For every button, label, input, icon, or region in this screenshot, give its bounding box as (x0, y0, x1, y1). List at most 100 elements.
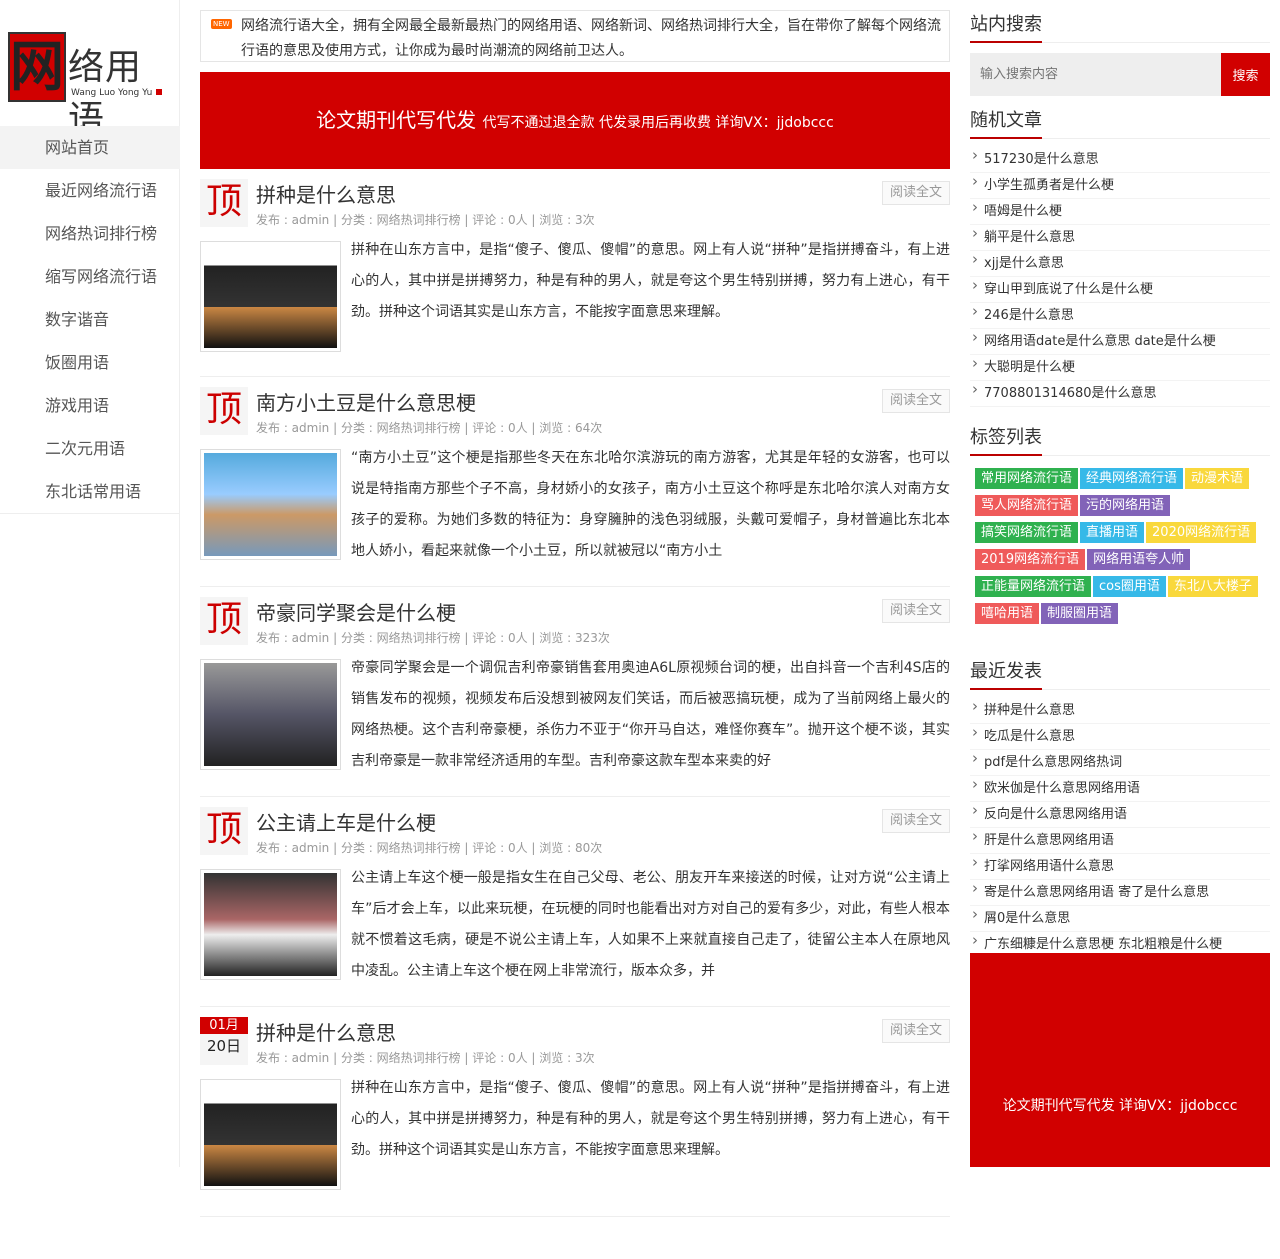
ad-subtitle: 代写不通过退全款 代发录用后再收费 详询VX：jjdobccc (482, 115, 834, 131)
read-more-button[interactable]: 阅读全文 (881, 1019, 950, 1043)
nav-item[interactable]: 网络热词排行榜 (0, 212, 180, 255)
post-title[interactable]: 公主请上车是什么梗 (256, 807, 436, 836)
random-item[interactable]: 小学生孤勇者是什么梗 (970, 173, 1270, 199)
post-title[interactable]: 帝豪同学聚会是什么梗 (256, 597, 456, 626)
post-item: 01月 20日 拼种是什么意思 发布 : admin | 分类 : 网络热词排行榜 … (200, 1007, 950, 1217)
random-item[interactable]: 穿山甲到底说了什么是什么梗 (970, 277, 1270, 303)
tag[interactable]: 常用网络流行语 (975, 468, 1079, 489)
recent-item[interactable]: 拼种是什么意思 (970, 698, 1270, 724)
tag[interactable]: 嘻哈用语 (975, 603, 1040, 624)
right-sidebar: 站内搜索 搜索 随机文章 517230是什么意思小学生孤勇者是什么梗唔姆是什么梗… (970, 0, 1270, 1167)
tag[interactable]: 2020网络流行语 (1146, 522, 1257, 543)
site-logo[interactable]: 网 络用语 Wang Luo Yong Yu (8, 30, 178, 140)
random-list: 517230是什么意思小学生孤勇者是什么梗唔姆是什么梗躺平是什么意思xjj是什么… (970, 147, 1270, 407)
ad-banner[interactable]: 论文期刊代写代发 代写不通过退全款 代发录用后再收费 详询VX：jjdobccc (200, 72, 950, 169)
tags-title: 标签列表 (970, 423, 1270, 456)
recent-item[interactable]: 吃瓜是什么意思 (970, 724, 1270, 750)
main-content: NEW 网络流行语大全，拥有全网最全最新最热门的网络用语、网络新词、网络热词排行… (200, 0, 950, 1217)
post-meta: 发布 : admin | 分类 : 网络热词排行榜 | 评论 : 0人 | 浏览… (256, 1051, 595, 1065)
recent-title: 最近发表 (970, 657, 1270, 690)
search-input[interactable] (970, 53, 1221, 96)
recent-item[interactable]: pdf是什么意思网络热词 (970, 750, 1270, 776)
sticky-badge: 顶 (200, 597, 248, 645)
post-title[interactable]: 拼种是什么意思 (256, 1017, 396, 1046)
recent-list: 拼种是什么意思吃瓜是什么意思pdf是什么意思网络热词欧米伽是什么意思网络用语反向… (970, 698, 1270, 958)
post-excerpt: 拼种在山东方言中，是指“傻子、傻瓜、傻帽”的意思。网上有人说“拼种”是指拼搏奋斗… (351, 242, 950, 320)
random-item[interactable]: 517230是什么意思 (970, 147, 1270, 173)
tag[interactable]: 直播用语 (1080, 522, 1145, 543)
post-thumbnail[interactable] (200, 241, 341, 352)
recent-item[interactable]: 反向是什么意思网络用语 (970, 802, 1270, 828)
post-item: 顶南方小土豆是什么意思梗 发布 : admin | 分类 : 网络热词排行榜 |… (200, 377, 950, 587)
sidebar-ad[interactable]: 论文期刊代写代发 详询VX：jjdobccc (970, 953, 1270, 1167)
main-nav: 网站首页 最近网络流行语 网络热词排行榜 缩写网络流行语 数字谐音 饭圈用语 游… (0, 126, 180, 514)
post-excerpt: “南方小土豆”这个梗是指那些冬天在东北哈尔滨游玩的南方游客，尤其是年轻的女游客，… (351, 450, 950, 559)
random-item[interactable]: 唔姆是什么梗 (970, 199, 1270, 225)
sticky-badge: 顶 (200, 807, 248, 855)
read-more-button[interactable]: 阅读全文 (881, 181, 950, 205)
new-badge: NEW (211, 19, 232, 29)
post-title[interactable]: 南方小土豆是什么意思梗 (256, 387, 476, 416)
recent-item[interactable]: 肝是什么意思网络用语 (970, 828, 1270, 854)
post-meta: 发布 : admin | 分类 : 网络热词排行榜 | 评论 : 0人 | 浏览… (256, 421, 603, 435)
recent-item[interactable]: 欧米伽是什么意思网络用语 (970, 776, 1270, 802)
nav-item[interactable]: 二次元用语 (0, 427, 180, 470)
logo-mark: 网 (8, 32, 66, 102)
date-badge: 01月 20日 (200, 1017, 248, 1065)
nav-item[interactable]: 缩写网络流行语 (0, 255, 180, 298)
read-more-button[interactable]: 阅读全文 (881, 599, 950, 623)
tag[interactable]: 骂人网络流行语 (975, 495, 1079, 516)
search-button[interactable]: 搜索 (1221, 53, 1270, 96)
post-meta: 发布 : admin | 分类 : 网络热词排行榜 | 评论 : 0人 | 浏览… (256, 213, 595, 227)
nav-item[interactable]: 游戏用语 (0, 384, 180, 427)
post-title[interactable]: 拼种是什么意思 (256, 179, 396, 208)
recent-item[interactable]: 寄是什么意思网络用语 寄了是什么意思 (970, 880, 1270, 906)
nav-item[interactable]: 最近网络流行语 (0, 169, 180, 212)
post-thumbnail[interactable] (200, 869, 341, 980)
random-item[interactable]: xjj是什么意思 (970, 251, 1270, 277)
site-notice: NEW 网络流行语大全，拥有全网最全最新最热门的网络用语、网络新词、网络热词排行… (200, 10, 950, 62)
left-sidebar: 网 络用语 Wang Luo Yong Yu 网站首页 最近网络流行语 网络热词… (0, 0, 180, 1167)
post-item: 顶拼种是什么意思 发布 : admin | 分类 : 网络热词排行榜 | 评论 … (200, 169, 950, 377)
tag[interactable]: 东北八大楼子 (1167, 576, 1258, 597)
recent-item[interactable]: 打挲网络用语什么意思 (970, 854, 1270, 880)
ad-title: 论文期刊代写代发 (316, 108, 477, 132)
notice-text: 网络流行语大全，拥有全网最全最新最热门的网络用语、网络新词、网络热词排行大全，旨… (241, 18, 941, 59)
post-thumbnail[interactable] (200, 659, 341, 770)
tag[interactable]: 经典网络流行语 (1080, 468, 1184, 489)
tag-cloud: 常用网络流行语 经典网络流行语 动漫术语骂人网络流行语 污的网络用语 搞笑网络流行语 直播… (970, 467, 1270, 629)
post-item: 顶公主请上车是什么梗 发布 : admin | 分类 : 网络热词排行榜 | 评… (200, 797, 950, 1007)
random-item[interactable]: 7708801314680是什么意思 (970, 381, 1270, 407)
nav-item[interactable]: 网站首页 (0, 126, 180, 169)
tag[interactable]: 污的网络用语 (1080, 495, 1171, 516)
post-excerpt: 拼种在山东方言中，是指“傻子、傻瓜、傻帽”的意思。网上有人说“拼种”是指拼搏奋斗… (351, 1080, 950, 1158)
post-item: 顶帝豪同学聚会是什么梗 发布 : admin | 分类 : 网络热词排行榜 | … (200, 587, 950, 797)
random-item[interactable]: 躺平是什么意思 (970, 225, 1270, 251)
nav-item[interactable]: 东北话常用语 (0, 470, 180, 513)
sticky-badge: 顶 (200, 179, 248, 227)
tag[interactable]: 2019网络流行语 (975, 549, 1086, 570)
tag[interactable]: 网络用语夸人帅 (1087, 549, 1191, 570)
random-item[interactable]: 网络用语date是什么意思 date是什么梗 (970, 329, 1270, 355)
post-excerpt: 公主请上车这个梗一般是指女生在自己父母、老公、朋友开车来接送的时候，让对方说“公… (351, 870, 950, 979)
post-thumbnail[interactable] (200, 449, 341, 560)
random-item[interactable]: 246是什么意思 (970, 303, 1270, 329)
post-excerpt: 帝豪同学聚会是一个调侃吉利帝豪销售套用奥迪A6L原视频台词的梗，出自抖音一个吉利… (351, 660, 950, 769)
search-title: 站内搜索 (970, 10, 1270, 43)
search-form: 搜索 (970, 53, 1270, 96)
post-thumbnail[interactable] (200, 1079, 341, 1190)
tag[interactable]: 动漫术语 (1185, 468, 1250, 489)
nav-item[interactable]: 数字谐音 (0, 298, 180, 341)
read-more-button[interactable]: 阅读全文 (881, 389, 950, 413)
random-title: 随机文章 (970, 106, 1270, 139)
tag[interactable]: cos圈用语 (1093, 576, 1166, 597)
sticky-badge: 顶 (200, 387, 248, 435)
read-more-button[interactable]: 阅读全文 (881, 809, 950, 833)
random-item[interactable]: 大聪明是什么梗 (970, 355, 1270, 381)
tag[interactable]: 搞笑网络流行语 (975, 522, 1079, 543)
recent-item[interactable]: 屑0是什么意思 (970, 906, 1270, 932)
tag[interactable]: 制服圈用语 (1041, 603, 1119, 624)
nav-item[interactable]: 饭圈用语 (0, 341, 180, 384)
post-meta: 发布 : admin | 分类 : 网络热词排行榜 | 评论 : 0人 | 浏览… (256, 631, 610, 645)
tag[interactable]: 正能量网络流行语 (975, 576, 1092, 597)
